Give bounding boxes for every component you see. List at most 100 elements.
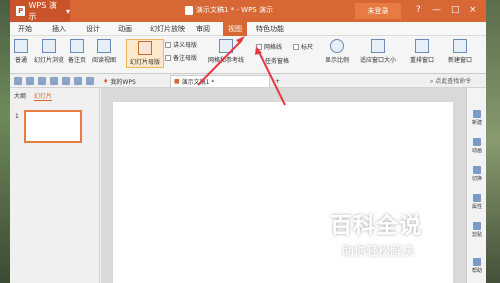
grid-guides-icon bbox=[219, 39, 233, 53]
arrange-window-button[interactable]: 重排窗口 bbox=[410, 39, 434, 64]
fit-window-label: 适应窗口大小 bbox=[360, 57, 397, 64]
login-button[interactable]: 未登录 bbox=[355, 3, 401, 19]
right-help-label: 帮助 bbox=[471, 268, 482, 274]
minimize-icon[interactable]: — bbox=[432, 4, 441, 16]
right-animation-button[interactable]: 动画 bbox=[469, 138, 485, 154]
close-icon[interactable]: × bbox=[469, 4, 477, 16]
command-search[interactable]: ⌕ 点此查找命令 bbox=[430, 76, 471, 86]
wps-logo-icon: P bbox=[16, 6, 26, 16]
tab-slideshow[interactable]: 幻灯片放映 bbox=[150, 24, 185, 34]
more-icon[interactable] bbox=[86, 77, 94, 85]
app-menu-button[interactable]: P WPS 演示 ▾ bbox=[10, 0, 70, 22]
slide-master-label: 幻灯片母版 bbox=[130, 59, 161, 66]
watermark: 百科全说 助你轻松解决 bbox=[330, 208, 422, 259]
right-clipboard-button[interactable]: 剪贴 bbox=[469, 222, 485, 238]
preview-icon[interactable] bbox=[38, 77, 46, 85]
ribbon-tab-bar: 开始 插入 设计 动画 幻灯片放映 审阅 视图 特色功能 bbox=[10, 22, 486, 36]
new-tab-icon[interactable]: + bbox=[272, 75, 283, 87]
animation-icon bbox=[473, 138, 481, 146]
notes-master-icon bbox=[165, 54, 171, 61]
slide-master-icon bbox=[138, 41, 152, 55]
right-new-button[interactable]: 新建 bbox=[469, 110, 485, 126]
normal-view-icon bbox=[14, 39, 28, 53]
slide-thumbnail-panel: 大纲 幻灯片 1 bbox=[10, 88, 100, 283]
notes-master-button[interactable]: 备注母版 bbox=[165, 53, 197, 62]
right-help-button[interactable]: 帮助 bbox=[469, 258, 485, 274]
slide-master-button[interactable]: 幻灯片母版 bbox=[126, 39, 165, 68]
desktop-background-left bbox=[0, 0, 10, 283]
right-properties-label: 属性 bbox=[471, 204, 482, 210]
right-task-bar: 新建 动画 切换 属性 剪贴 帮助 bbox=[466, 88, 486, 283]
notes-page-button[interactable]: 备注页 bbox=[68, 39, 86, 64]
slide-sorter-button[interactable]: 幻灯片浏览 bbox=[34, 39, 64, 64]
tab-home[interactable]: 开始 bbox=[18, 24, 32, 34]
slide-thumbnail[interactable] bbox=[24, 110, 82, 143]
maximize-icon[interactable]: □ bbox=[451, 4, 460, 16]
transition-icon bbox=[473, 166, 481, 174]
zoom-button[interactable]: 显示比例 bbox=[325, 39, 349, 64]
my-wps-label: 我的WPS bbox=[110, 78, 136, 86]
document-title-text: 演示文稿1 * - WPS 演示 bbox=[196, 6, 273, 14]
ruler-checkbox[interactable]: 标尺 bbox=[293, 42, 313, 51]
notes-page-icon bbox=[70, 39, 84, 53]
clipboard-icon bbox=[473, 222, 481, 230]
tab-review[interactable]: 审阅 bbox=[196, 24, 210, 34]
task-pane-button[interactable]: 任务窗格 bbox=[265, 56, 289, 65]
grid-guides-label: 网格和参考线 bbox=[208, 57, 245, 64]
tab-outline[interactable]: 大纲 bbox=[14, 91, 26, 100]
format-painter-icon[interactable] bbox=[74, 77, 82, 85]
reading-view-label: 阅读视图 bbox=[92, 57, 117, 64]
grid-guides-button[interactable]: 网格和参考线 bbox=[208, 39, 244, 64]
slide-number: 1 bbox=[15, 113, 19, 120]
slide-sorter-label: 幻灯片浏览 bbox=[34, 57, 65, 64]
ruler-checkbox-box[interactable] bbox=[293, 43, 299, 50]
handout-master-button[interactable]: 讲义母版 bbox=[165, 40, 197, 49]
presentation-icon: ■ bbox=[174, 78, 180, 85]
handout-master-icon bbox=[165, 41, 171, 48]
normal-view-button[interactable]: 普通 bbox=[14, 39, 28, 64]
right-clipboard-label: 剪贴 bbox=[471, 232, 482, 238]
notes-master-label: 备注母版 bbox=[173, 55, 198, 62]
zoom-label: 显示比例 bbox=[325, 57, 350, 64]
right-transition-button[interactable]: 切换 bbox=[469, 166, 485, 182]
help-circle-icon bbox=[473, 258, 481, 266]
print-icon[interactable] bbox=[26, 77, 34, 85]
watermark-sub: 助你轻松解决 bbox=[342, 244, 415, 258]
tab-insert[interactable]: 插入 bbox=[52, 24, 66, 34]
view-ribbon: 普通 幻灯片浏览 备注页 阅读视图 幻灯片母版 讲义母版 备注母版 网格和参考线… bbox=[10, 36, 486, 74]
right-properties-button[interactable]: 属性 bbox=[469, 194, 485, 210]
new-window-label: 新建窗口 bbox=[448, 57, 473, 64]
tab-slides[interactable]: 幻灯片 bbox=[34, 91, 53, 101]
app-label: WPS 演示 bbox=[28, 1, 57, 21]
tab-animation[interactable]: 动画 bbox=[118, 24, 132, 34]
ruler-label: 标尺 bbox=[301, 44, 314, 51]
new-window-icon bbox=[453, 39, 467, 53]
title-bar: P WPS 演示 ▾ 演示文稿1 * - WPS 演示 未登录 ? — □ × bbox=[10, 0, 486, 22]
document-title: 演示文稿1 * - WPS 演示 bbox=[185, 5, 273, 15]
help-icon[interactable]: ? bbox=[416, 4, 421, 16]
arrange-window-label: 重排窗口 bbox=[410, 57, 435, 64]
chevron-down-icon: ▾ bbox=[65, 6, 70, 16]
zoom-icon bbox=[330, 39, 344, 53]
reading-view-button[interactable]: 阅读视图 bbox=[92, 39, 116, 64]
gridlines-checkbox-box[interactable] bbox=[256, 43, 262, 50]
redo-icon[interactable] bbox=[62, 77, 70, 85]
right-animation-label: 动画 bbox=[471, 148, 482, 154]
document-tab-label: 演示文稿1 * bbox=[181, 79, 215, 86]
slide-sorter-icon bbox=[42, 39, 56, 53]
command-search-label: 点此查找命令 bbox=[435, 78, 472, 85]
fit-window-button[interactable]: 适应窗口大小 bbox=[360, 39, 396, 64]
my-wps-tab[interactable]: ♦ 我的WPS bbox=[100, 75, 139, 87]
tab-special-features[interactable]: 特色功能 bbox=[256, 24, 284, 34]
new-window-button[interactable]: 新建窗口 bbox=[448, 39, 472, 64]
fit-window-icon bbox=[371, 39, 385, 53]
undo-icon[interactable] bbox=[50, 77, 58, 85]
tab-design[interactable]: 设计 bbox=[86, 24, 100, 34]
task-pane-label: 任务窗格 bbox=[265, 58, 290, 65]
search-icon: ⌕ bbox=[430, 78, 434, 85]
tab-view[interactable]: 视图 bbox=[223, 22, 247, 36]
gridlines-checkbox[interactable]: 网格线 bbox=[256, 42, 282, 51]
save-icon[interactable] bbox=[14, 77, 22, 85]
right-transition-label: 切换 bbox=[471, 176, 482, 182]
document-tab[interactable]: ■ 演示文稿1 * bbox=[170, 75, 270, 87]
